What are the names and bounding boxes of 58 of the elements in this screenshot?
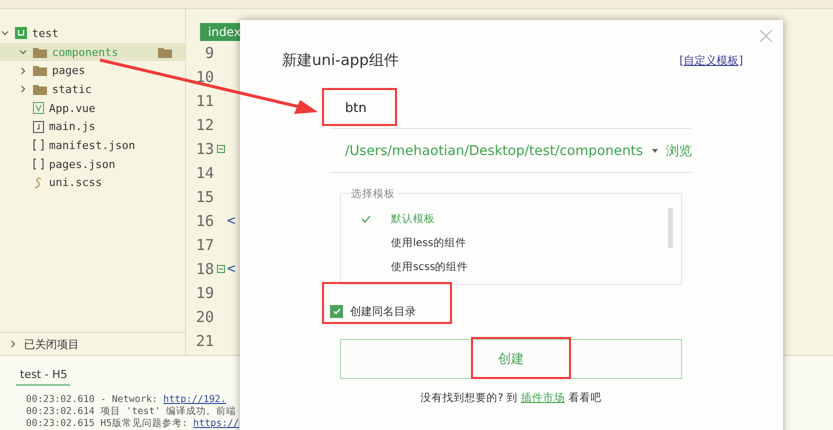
line-number: 10 <box>194 68 214 86</box>
template-option[interactable]: 使用less的组件 <box>341 234 681 252</box>
chevron-down-icon[interactable] <box>19 48 27 56</box>
checkbox-label[interactable]: 创建同名目录 <box>350 304 416 318</box>
tree-item[interactable]: pages <box>52 64 86 78</box>
chevron-down-icon[interactable] <box>1 29 9 38</box>
vue-file-icon <box>33 102 44 114</box>
custom-template-link[interactable]: [自定义模板] <box>679 52 743 68</box>
tree-item[interactable]: static <box>52 82 92 96</box>
line-number: 13 <box>194 140 214 158</box>
footer-text: 没有找到想要的? 到 插件市场 看看吧 <box>420 391 602 405</box>
line-number: 9 <box>204 44 214 62</box>
group-legend: 选择模板 <box>349 187 397 201</box>
line-number: 18 <box>194 260 214 278</box>
line-number: 21 <box>194 332 214 350</box>
closed-projects-label[interactable]: 已关闭项目 <box>24 336 79 352</box>
brackets-icon <box>33 158 44 170</box>
dialog-title: 新建uni-app组件 <box>282 50 399 70</box>
fold-icon[interactable] <box>216 264 224 273</box>
checkbox[interactable] <box>330 304 343 318</box>
tree-item[interactable]: main.js <box>49 120 96 134</box>
tree-item[interactable]: pages.json <box>49 158 116 171</box>
line-number: 11 <box>194 92 214 110</box>
log-link[interactable]: https:// <box>193 418 240 429</box>
code-text: < <box>227 212 236 229</box>
caret-icon <box>652 148 658 152</box>
folder-icon <box>33 84 47 95</box>
chevron-right-icon[interactable] <box>19 85 27 94</box>
file-icon <box>33 120 44 133</box>
folder-icon <box>33 46 47 58</box>
template-option[interactable]: 使用scss的组件 <box>341 258 681 276</box>
scss-file-icon <box>33 176 44 189</box>
console-tab[interactable]: test - H5 <box>16 368 70 386</box>
name-input-field[interactable]: btn <box>330 88 692 129</box>
chevron-right-icon[interactable] <box>9 340 17 348</box>
tree-item[interactable]: manifest.json <box>49 138 136 152</box>
check-icon <box>332 308 340 314</box>
project-name[interactable]: test <box>32 26 58 40</box>
tree-item[interactable]: App.vue <box>49 102 96 115</box>
tree-item[interactable]: uni.scss <box>49 176 102 190</box>
fold-icon[interactable] <box>216 144 224 153</box>
log-link[interactable]: http://192. <box>163 394 226 405</box>
log-line: 00:23:02.614 项目 'test' 编译成功。前端 <box>26 406 238 418</box>
line-number: 15 <box>194 188 214 206</box>
line-number: 20 <box>194 308 214 326</box>
scrollbar[interactable] <box>668 208 673 248</box>
project-icon <box>15 27 27 40</box>
brackets-icon <box>33 139 44 152</box>
chevron-right-icon[interactable] <box>19 66 27 75</box>
line-number: 12 <box>194 116 214 134</box>
line-number: 19 <box>194 284 214 302</box>
code-text: < <box>227 260 236 277</box>
line-number: 16 <box>194 212 214 230</box>
line-number: 14 <box>194 164 214 182</box>
folder-icon <box>33 65 47 76</box>
line-number: 17 <box>194 236 214 254</box>
check-icon <box>361 215 371 223</box>
folder-icon <box>158 46 172 58</box>
